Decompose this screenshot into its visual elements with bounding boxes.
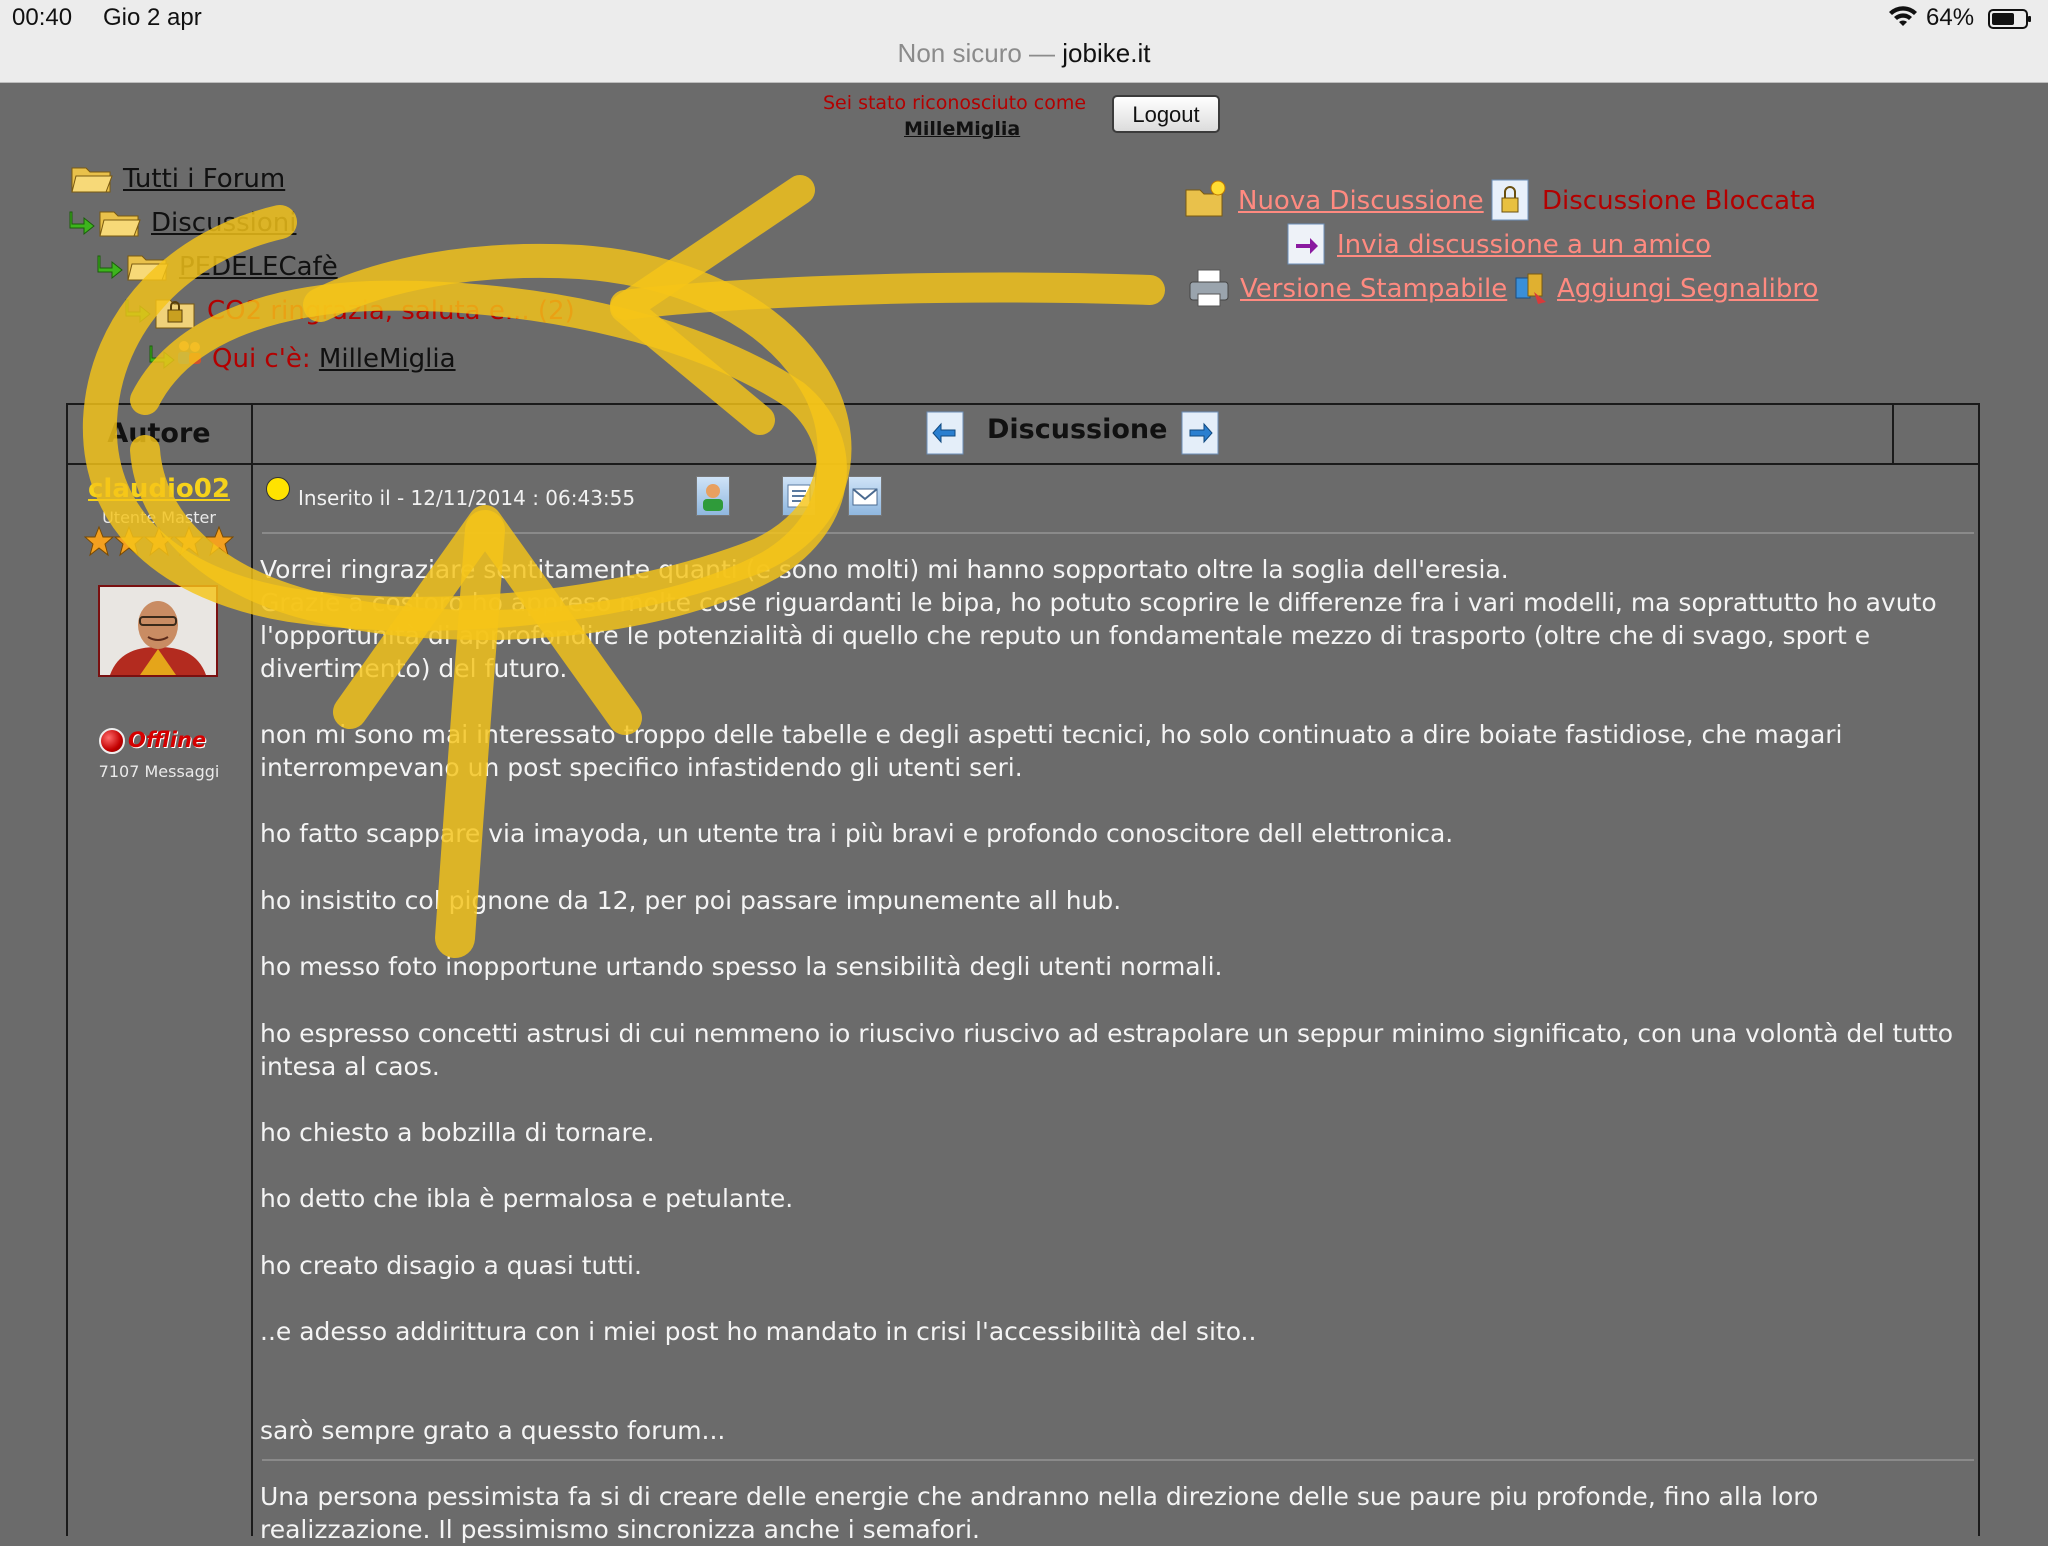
post-date: Inserito il - 12/11/2014 : 06:43:55 bbox=[298, 486, 636, 510]
add-bookmark-link[interactable]: Aggiungi Segnalibro bbox=[1557, 274, 1818, 304]
author-avatar bbox=[98, 585, 218, 677]
breadcrumb-topic: CO2 ringrazia, saluta e... (2) bbox=[207, 296, 575, 326]
rank-stars-icon bbox=[84, 525, 234, 557]
breadcrumb-category[interactable]: PEDELECafè bbox=[179, 252, 338, 282]
send-email-icon[interactable] bbox=[848, 476, 882, 516]
post-paragraph: ho fatto scappare via imayoda, un utente… bbox=[260, 819, 1454, 848]
post-paragraph: ho detto che ibla è permalosa e petulant… bbox=[260, 1184, 794, 1213]
column-divider bbox=[1892, 403, 1894, 465]
discussion-column-header: Discussione bbox=[987, 414, 1168, 445]
new-discussion-link[interactable]: Nuova Discussione bbox=[1238, 186, 1484, 216]
logout-button[interactable]: Logout bbox=[1112, 95, 1220, 133]
new-topic-icon bbox=[1185, 180, 1226, 217]
post-paragraph: Vorrei ringraziare sentitamente quanti (… bbox=[260, 555, 1937, 683]
tree-arrow-icon bbox=[149, 345, 175, 370]
send-to-friend-icon bbox=[1287, 223, 1325, 265]
wifi-icon bbox=[1889, 6, 1917, 26]
battery-icon bbox=[1988, 9, 2031, 29]
folder-open-icon bbox=[71, 167, 113, 193]
locked-discussion-label: Discussione Bloccata bbox=[1542, 186, 1817, 216]
breadcrumb-all-forums[interactable]: Tutti i Forum bbox=[123, 164, 285, 194]
folder-open-icon bbox=[127, 255, 169, 281]
post-paragraph: ho espresso concetti astrusi di cui nemm… bbox=[260, 1019, 1954, 1081]
clock: 00:40 bbox=[12, 4, 73, 31]
folder-open-icon bbox=[99, 211, 141, 237]
previous-topic-icon[interactable] bbox=[925, 410, 965, 456]
printable-version-link[interactable]: Versione Stampabile bbox=[1240, 274, 1507, 304]
domain-label: jobike.it bbox=[1062, 38, 1151, 68]
column-divider bbox=[251, 403, 253, 1536]
offline-status-label: Offline bbox=[128, 728, 207, 752]
post-paragraph: sarò sempre grato a quessto forum... bbox=[260, 1416, 726, 1445]
here-user-link[interactable]: MilleMiglia bbox=[319, 344, 456, 374]
address-bar[interactable]: Non sicuro — jobike.it bbox=[0, 38, 2048, 69]
date: Gio 2 apr bbox=[103, 4, 202, 31]
users-icon bbox=[178, 341, 201, 364]
offline-status-icon bbox=[99, 728, 125, 754]
bookmark-icon bbox=[1515, 273, 1546, 304]
tree-arrow-icon bbox=[97, 255, 123, 280]
post-paragraph: ho insistito col pignone da 12, per poi … bbox=[260, 886, 1122, 915]
tree-arrow-icon bbox=[125, 299, 151, 324]
post-paragraph: ..e adesso addirittura con i miei post h… bbox=[260, 1317, 1257, 1346]
here-label: Qui c'è: bbox=[212, 344, 311, 374]
send-to-friend-link[interactable]: Invia discussione a un amico bbox=[1337, 230, 1711, 260]
lock-icon bbox=[1491, 179, 1529, 221]
post-paragraph: non mi sono mai interessato troppo delle… bbox=[260, 720, 1843, 782]
login-username-link[interactable]: MilleMiglia bbox=[904, 118, 1020, 140]
post-signature: Una persona pessimista fa si di creare d… bbox=[260, 1482, 1819, 1544]
post-paragraph: ho creato disagio a quasi tutti. bbox=[260, 1251, 642, 1280]
author-message-count: 7107 Messaggi bbox=[98, 762, 220, 781]
printer-icon bbox=[1189, 269, 1229, 307]
smiley-icon bbox=[266, 477, 290, 501]
post-paragraph: ho chiesto a bobzilla di tornare. bbox=[260, 1118, 655, 1147]
post-header-divider bbox=[262, 532, 1974, 534]
author-profile-icon[interactable] bbox=[696, 476, 730, 516]
tree-arrow-icon bbox=[69, 211, 95, 236]
login-message: Sei stato riconosciuto come bbox=[823, 92, 1087, 114]
breadcrumb-discussions[interactable]: Discussioni bbox=[151, 208, 297, 238]
security-label: Non sicuro — bbox=[897, 38, 1056, 68]
next-topic-icon[interactable] bbox=[1180, 410, 1220, 456]
signature-divider bbox=[262, 1459, 1974, 1461]
battery-percent: 64% bbox=[1926, 4, 1975, 31]
locked-folder-icon bbox=[155, 299, 195, 329]
quote-reply-icon[interactable] bbox=[782, 476, 816, 516]
post-paragraph: ho messo foto inopportune urtando spesso… bbox=[260, 952, 1223, 981]
author-name-link[interactable]: claudio02 bbox=[66, 474, 252, 504]
breadcrumb-online-users: Qui c'è: MilleMiglia bbox=[212, 344, 456, 374]
browser-status-bar: 00:40 Gio 2 apr 64% Non sicuro — jobike.… bbox=[0, 0, 2048, 83]
author-column-header: Autore bbox=[107, 418, 211, 449]
